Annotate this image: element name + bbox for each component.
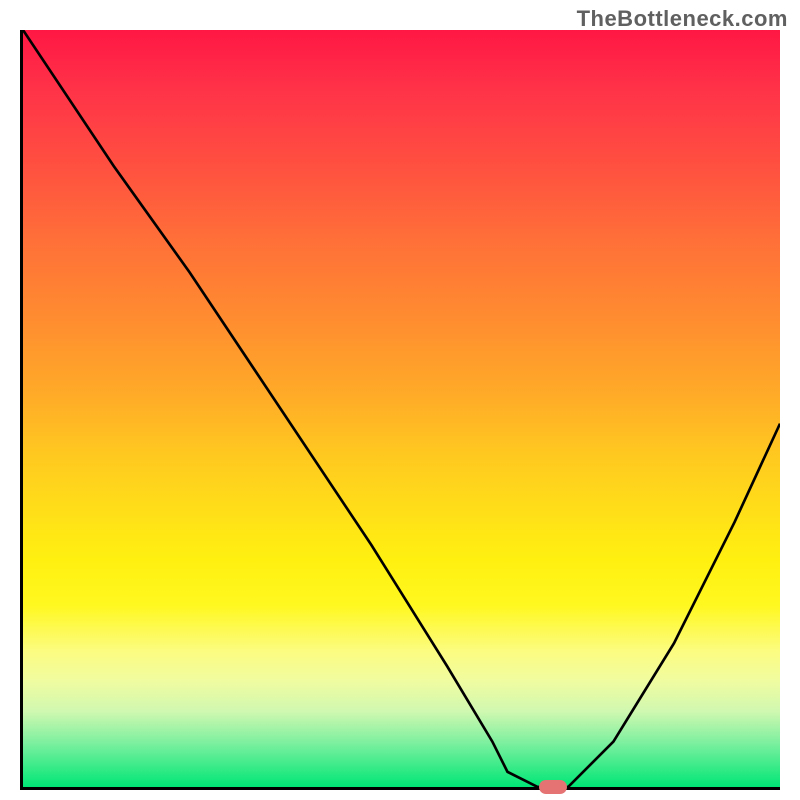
curve-path	[23, 30, 780, 787]
optimal-point-marker	[539, 780, 567, 794]
watermark-text: TheBottleneck.com	[577, 6, 788, 32]
chart-plot-area	[20, 30, 780, 790]
bottleneck-curve	[23, 30, 780, 787]
